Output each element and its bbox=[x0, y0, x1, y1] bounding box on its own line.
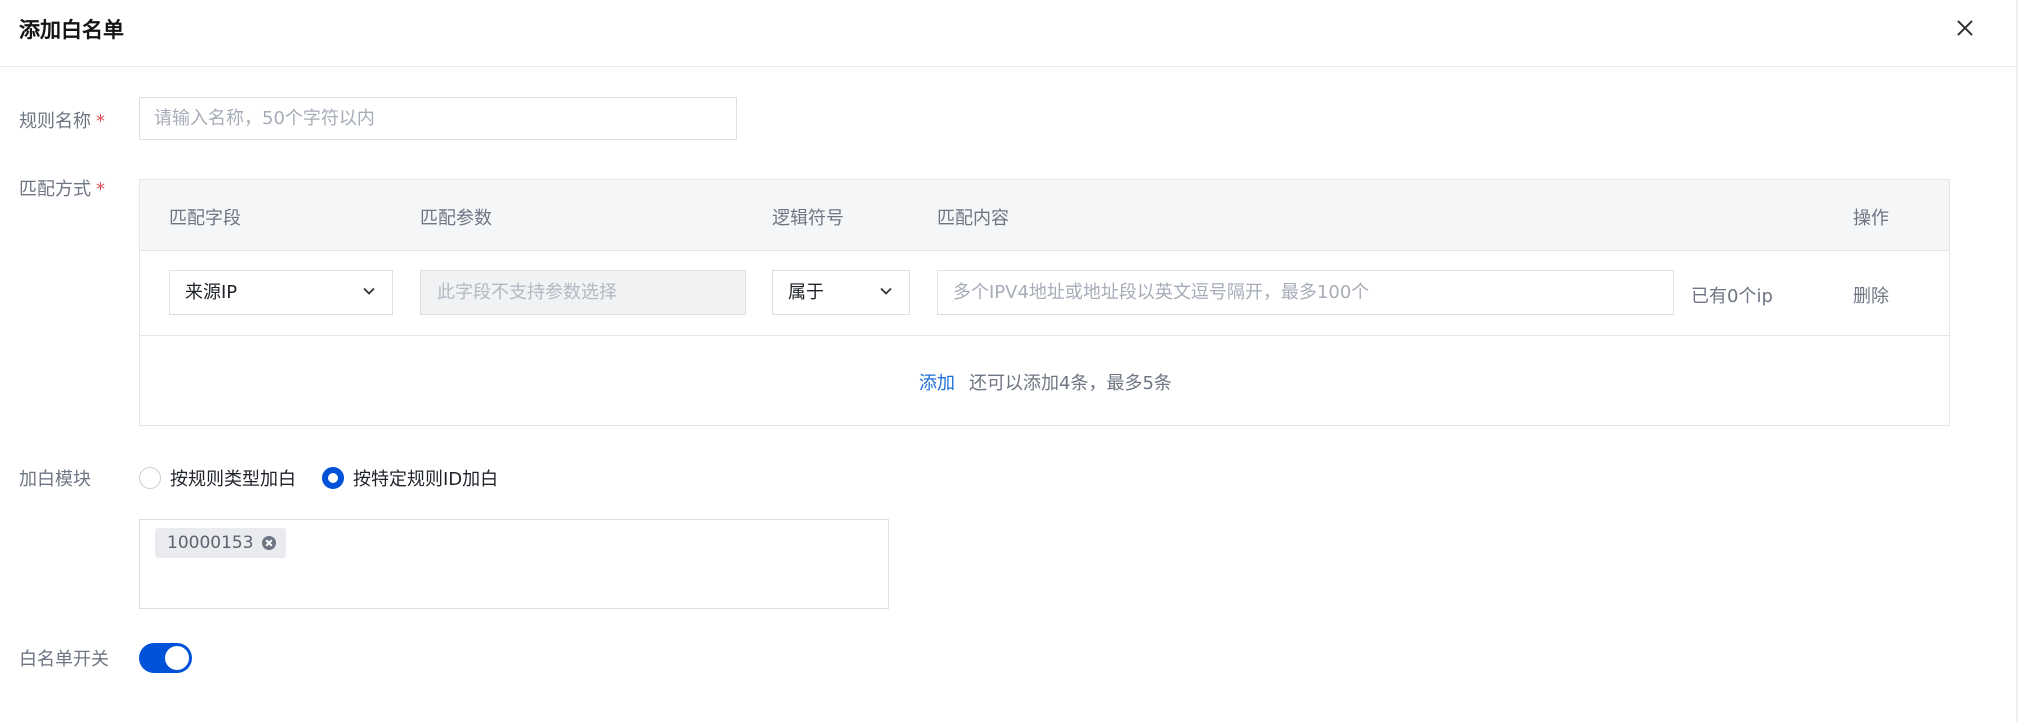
whitelist-module-label: 加白模块 bbox=[19, 469, 91, 490]
close-icon[interactable] bbox=[1952, 15, 1978, 41]
radio-by-rule-type[interactable]: 按规则类型加白 bbox=[139, 464, 296, 492]
radio-label-rule-type: 按规则类型加白 bbox=[170, 469, 296, 490]
operator-select[interactable]: 属于 bbox=[772, 270, 910, 315]
radio-checked-icon[interactable] bbox=[322, 467, 344, 489]
whitelist-switch-label: 白名单开关 bbox=[19, 649, 109, 670]
radio-by-rule-id[interactable]: 按特定规则ID加白 bbox=[322, 464, 498, 492]
switch-knob bbox=[165, 646, 189, 670]
rule-name-label: 规则名称 * bbox=[19, 107, 105, 133]
add-whitelist-dialog: 添加白名单 规则名称* 匹配方式* 匹配字段 匹配参数 逻辑符号 匹配内容 操作… bbox=[0, 0, 2020, 722]
column-header-field: 匹配字段 bbox=[169, 208, 241, 229]
operator-value: 属于 bbox=[788, 282, 824, 303]
add-condition-link[interactable]: 添加 bbox=[919, 369, 955, 395]
chevron-down-icon bbox=[880, 287, 892, 295]
match-content-input[interactable] bbox=[937, 270, 1674, 315]
required-mark: * bbox=[96, 179, 105, 200]
add-condition-hint: 还可以添加4条，最多5条 bbox=[969, 373, 1172, 394]
rule-id-tag-input[interactable]: 10000153 bbox=[139, 519, 889, 609]
required-mark: * bbox=[96, 111, 105, 132]
table-header: 匹配字段 匹配参数 逻辑符号 匹配内容 操作 bbox=[140, 180, 1949, 251]
column-header-param: 匹配参数 bbox=[420, 208, 492, 229]
match-field-select[interactable]: 来源IP bbox=[169, 270, 393, 315]
dialog-header: 添加白名单 bbox=[0, 0, 2016, 67]
dialog-title: 添加白名单 bbox=[19, 18, 124, 42]
column-header-operator: 逻辑符号 bbox=[772, 208, 844, 229]
match-param-field: 此字段不支持参数选择 bbox=[420, 270, 746, 315]
match-method-label-text: 匹配方式 bbox=[19, 179, 91, 200]
chevron-down-icon bbox=[363, 287, 375, 295]
column-header-action: 操作 bbox=[1853, 208, 1889, 229]
ip-count-text: 已有0个ip bbox=[1691, 286, 1773, 307]
match-method-label: 匹配方式 * bbox=[19, 175, 105, 201]
rule-id-tag-text: 10000153 bbox=[167, 533, 254, 553]
radio-unchecked-icon[interactable] bbox=[139, 467, 161, 489]
dialog-edge bbox=[2016, 0, 2018, 722]
column-header-content: 匹配内容 bbox=[937, 208, 1009, 229]
delete-row-link[interactable]: 删除 bbox=[1853, 282, 1889, 308]
add-condition-row: 添加 还可以添加4条，最多5条 bbox=[140, 336, 1949, 425]
whitelist-toggle-switch[interactable] bbox=[139, 643, 192, 673]
match-field-value: 来源IP bbox=[185, 282, 238, 303]
tag-remove-icon[interactable] bbox=[261, 536, 276, 550]
radio-label-rule-id: 按特定规则ID加白 bbox=[353, 469, 499, 490]
rule-name-label-text: 规则名称 bbox=[19, 111, 91, 132]
match-conditions-table: 匹配字段 匹配参数 逻辑符号 匹配内容 操作 来源IP 此字段不支持参数选择 属… bbox=[139, 179, 1950, 426]
rule-id-tag: 10000153 bbox=[155, 528, 286, 558]
rule-name-input[interactable] bbox=[139, 97, 737, 140]
table-row: 来源IP 此字段不支持参数选择 属于 已有0个ip 删除 bbox=[140, 250, 1949, 336]
